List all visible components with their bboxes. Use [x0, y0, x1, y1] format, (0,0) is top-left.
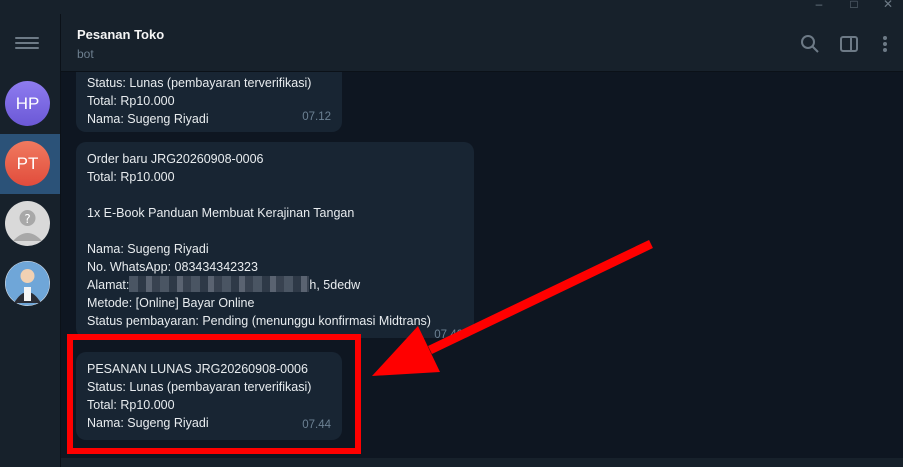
- annotation-arrow-icon: [372, 239, 653, 376]
